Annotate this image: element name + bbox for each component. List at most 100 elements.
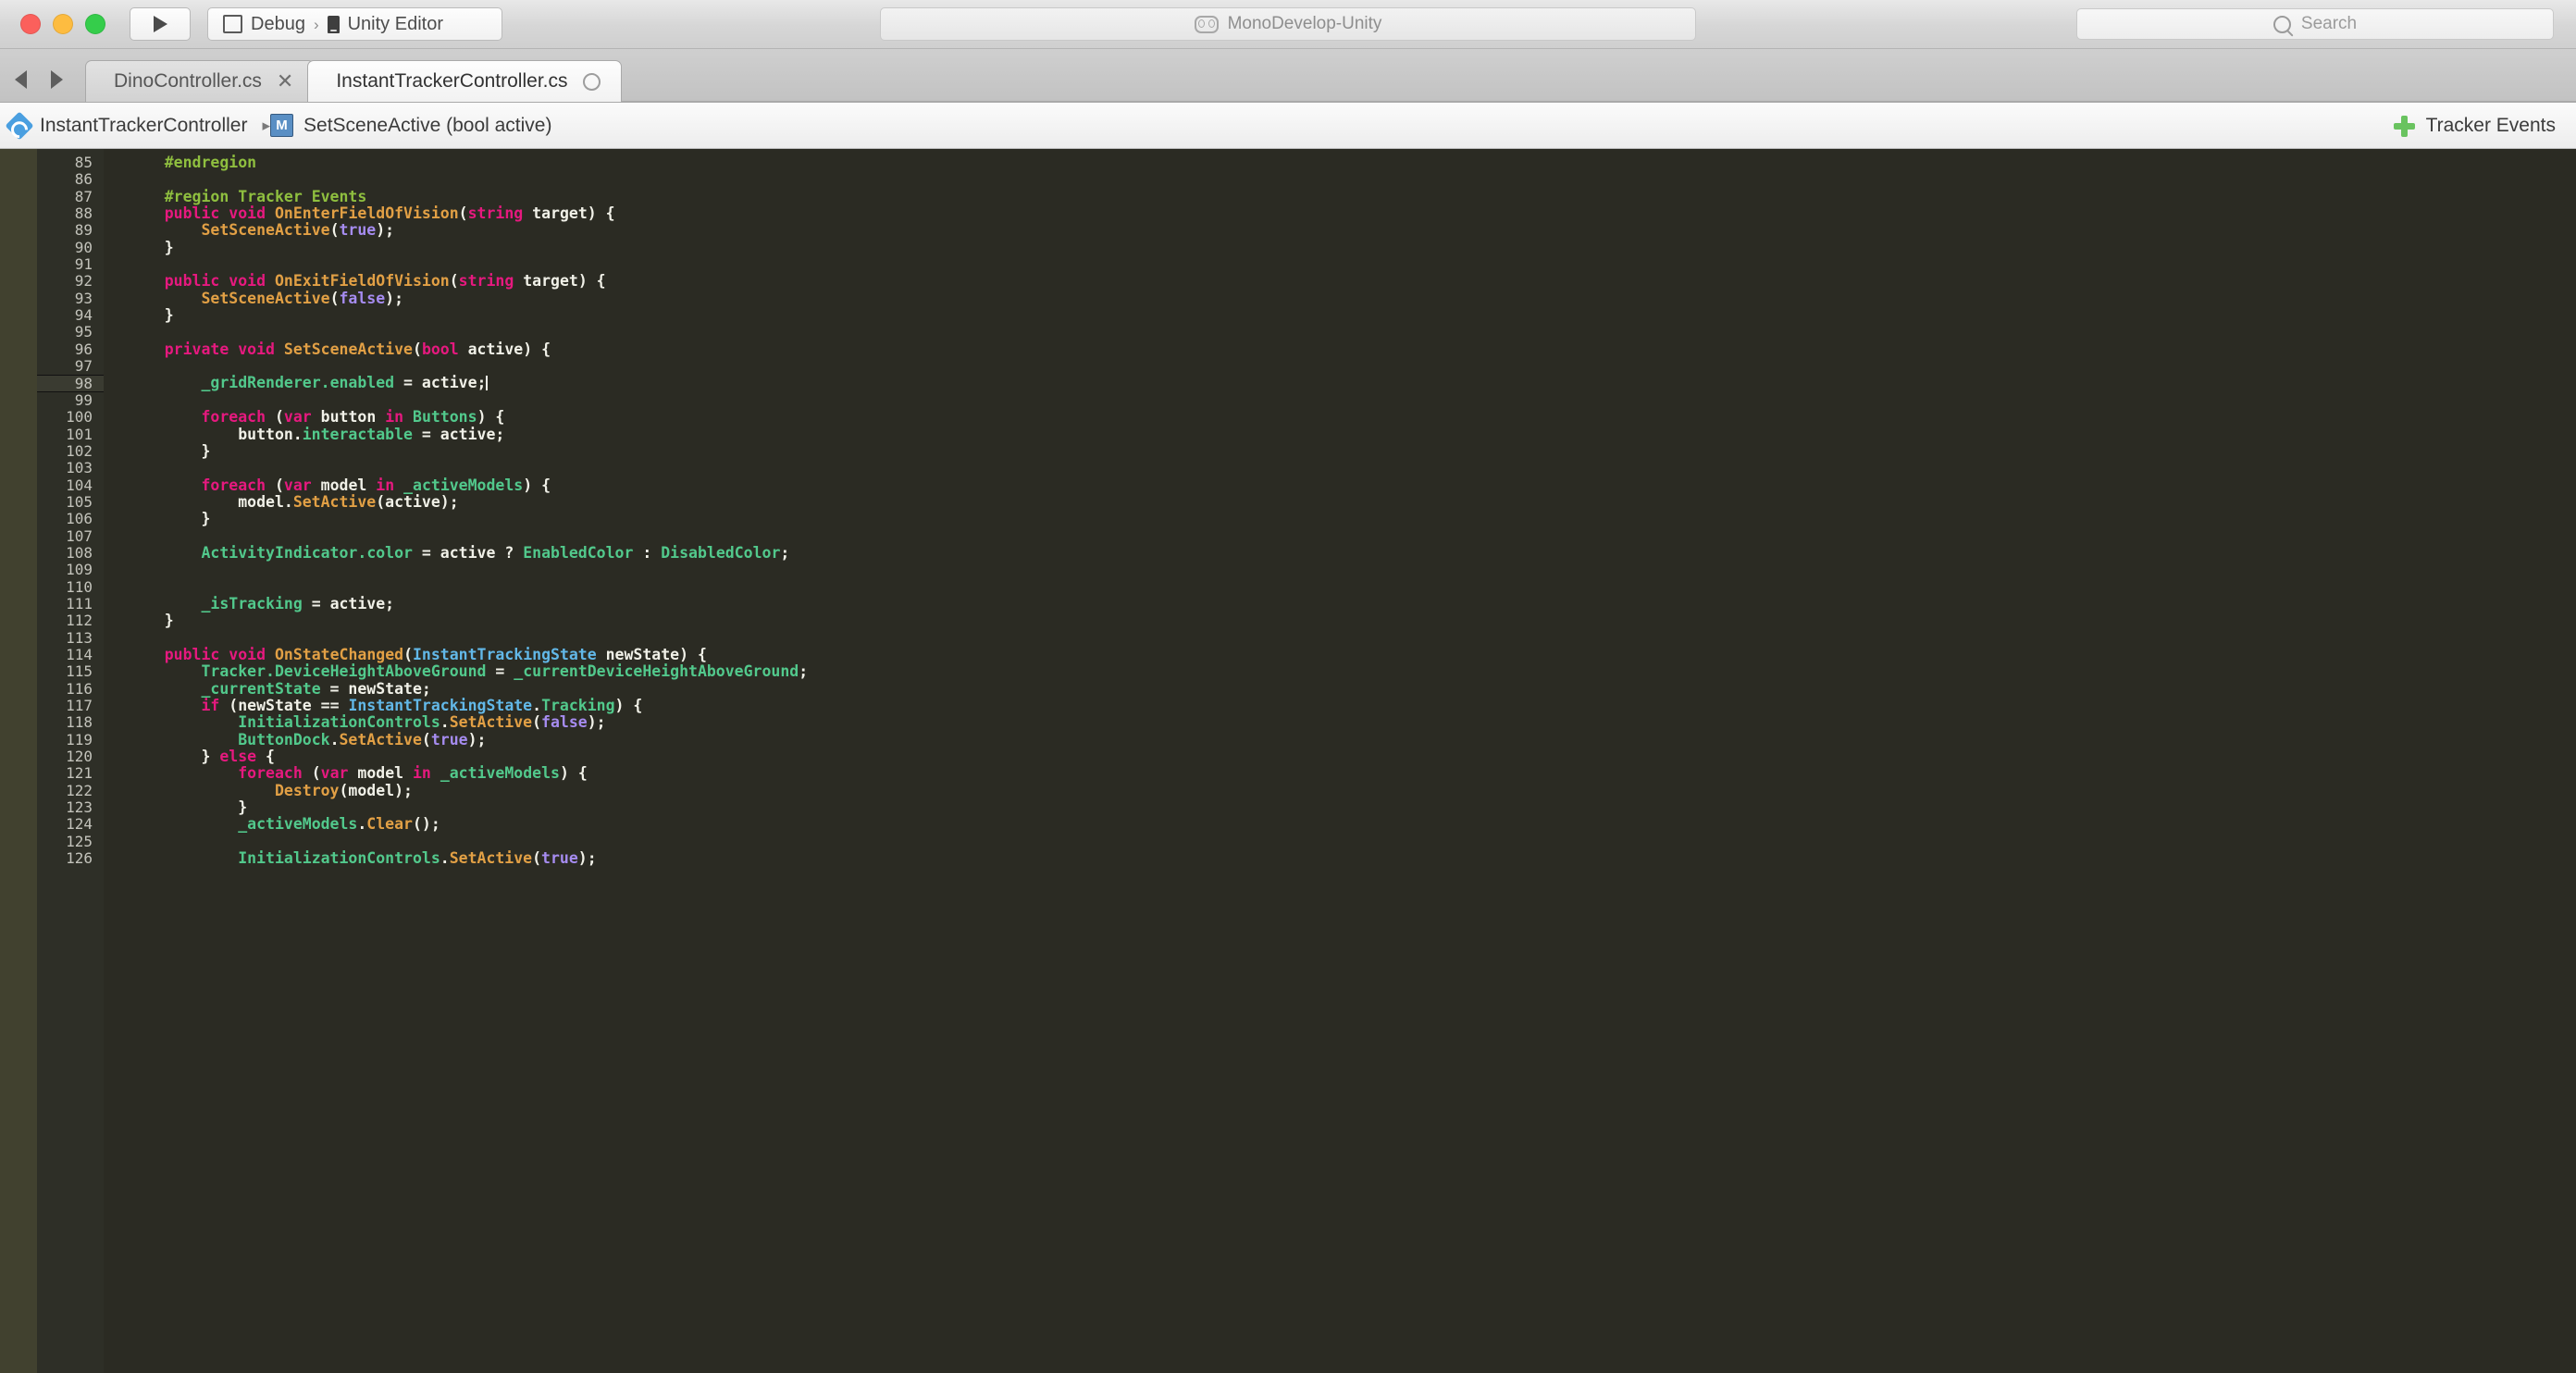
line-number[interactable]: 90 <box>37 239 104 256</box>
code-text-area[interactable]: #endregion #region Tracker Events public… <box>104 149 2576 1373</box>
line-number[interactable]: 92 <box>37 273 104 291</box>
code-line[interactable]: model.SetActive(active); <box>128 493 2576 511</box>
code-line[interactable] <box>128 358 2576 375</box>
line-number[interactable]: 115 <box>37 662 104 680</box>
line-number[interactable]: 126 <box>37 849 104 867</box>
code-line[interactable] <box>128 460 2576 476</box>
code-line[interactable]: } <box>128 239 2576 256</box>
line-number[interactable]: 96 <box>37 340 104 358</box>
code-line[interactable]: Tracker.DeviceHeightAboveGround = _curre… <box>128 663 2576 680</box>
code-line[interactable]: _isTracking = active; <box>128 595 2576 612</box>
code-line[interactable]: SetSceneActive(false); <box>128 290 2576 307</box>
tab-dinocontroller[interactable]: DinoController.cs ✕ <box>85 60 316 102</box>
line-number[interactable]: 121 <box>37 765 104 783</box>
line-number[interactable]: 108 <box>37 544 104 562</box>
status-bar[interactable]: MonoDevelop-Unity <box>880 7 1696 41</box>
line-number[interactable]: 104 <box>37 476 104 494</box>
arrow-left-icon[interactable] <box>15 70 27 89</box>
line-number[interactable]: 122 <box>37 782 104 799</box>
code-line[interactable]: foreach (var model in _activeModels) { <box>128 476 2576 494</box>
line-number[interactable]: 107 <box>37 527 104 545</box>
run-button[interactable] <box>130 7 191 41</box>
minimize-window-button[interactable] <box>53 14 73 34</box>
code-line[interactable]: _currentState = newState; <box>128 680 2576 698</box>
code-line[interactable]: _activeModels.Clear(); <box>128 816 2576 833</box>
code-line[interactable]: ButtonDock.SetActive(true); <box>128 731 2576 748</box>
line-number[interactable]: 103 <box>37 459 104 476</box>
line-number[interactable]: 119 <box>37 731 104 748</box>
line-number[interactable]: 124 <box>37 816 104 834</box>
code-line[interactable] <box>128 528 2576 545</box>
line-number[interactable]: 93 <box>37 290 104 307</box>
line-number[interactable]: 95 <box>37 324 104 341</box>
code-line[interactable]: public void OnEnterFieldOfVision(string … <box>128 204 2576 222</box>
code-line[interactable]: public void OnStateChanged(InstantTracki… <box>128 646 2576 663</box>
code-line[interactable]: _gridRenderer.enabled = active; <box>128 375 2576 391</box>
code-line[interactable] <box>128 392 2576 409</box>
code-line[interactable] <box>128 579 2576 596</box>
code-line[interactable] <box>128 171 2576 188</box>
line-number[interactable]: 100 <box>37 408 104 426</box>
line-number[interactable]: 97 <box>37 357 104 375</box>
line-number[interactable]: 88 <box>37 204 104 222</box>
code-line[interactable] <box>128 562 2576 578</box>
search-field[interactable]: Search <box>2076 8 2554 40</box>
breadcrumb-method[interactable]: M SetSceneActive (bool active) <box>270 114 551 137</box>
code-line[interactable] <box>128 324 2576 340</box>
line-number[interactable]: 111 <box>37 595 104 612</box>
line-number[interactable]: 102 <box>37 442 104 460</box>
line-number-gutter[interactable]: 85 86 87 88 89 90 91 92 93 94 95 96 97 98 99 100 101 102 1… <box>37 149 104 1373</box>
line-number[interactable]: 87 <box>37 188 104 205</box>
code-line[interactable]: } <box>128 511 2576 527</box>
code-line[interactable]: #endregion <box>128 154 2576 171</box>
line-number[interactable]: 85 <box>37 154 104 171</box>
modified-indicator-icon[interactable] <box>582 72 601 91</box>
line-number[interactable]: 109 <box>37 561 104 578</box>
code-line[interactable]: private void SetSceneActive(bool active)… <box>128 340 2576 358</box>
close-icon[interactable]: ✕ <box>277 71 293 92</box>
code-line[interactable]: } <box>128 442 2576 460</box>
line-number[interactable]: 120 <box>37 748 104 765</box>
line-number[interactable]: 89 <box>37 222 104 240</box>
code-line[interactable]: ActivityIndicator.color = active ? Enabl… <box>128 544 2576 562</box>
code-line[interactable] <box>128 630 2576 647</box>
code-line[interactable]: #region Tracker Events <box>128 188 2576 205</box>
code-line[interactable]: } <box>128 306 2576 324</box>
code-line[interactable]: InitializationControls.SetActive(false); <box>128 714 2576 731</box>
line-number[interactable]: 118 <box>37 713 104 731</box>
code-line[interactable]: } <box>128 612 2576 629</box>
tab-instanttrackercontroller[interactable]: InstantTrackerController.cs <box>307 60 622 102</box>
line-number[interactable]: 125 <box>37 833 104 850</box>
line-number[interactable]: 112 <box>37 612 104 629</box>
code-line[interactable] <box>128 834 2576 850</box>
breadcrumb-class[interactable]: InstantTrackerController <box>5 110 247 141</box>
line-number[interactable]: 106 <box>37 510 104 527</box>
line-number[interactable]: 101 <box>37 426 104 443</box>
code-line[interactable]: } else { <box>128 748 2576 765</box>
code-line[interactable]: SetSceneActive(true); <box>128 222 2576 239</box>
code-editor[interactable]: 85 86 87 88 89 90 91 92 93 94 95 96 97 98 99 100 101 102 1… <box>0 149 2576 1373</box>
line-number[interactable]: 113 <box>37 629 104 647</box>
line-number[interactable]: 98 <box>37 375 104 392</box>
line-number[interactable]: 123 <box>37 798 104 816</box>
arrow-right-icon[interactable] <box>51 70 63 89</box>
line-number[interactable]: 91 <box>37 255 104 273</box>
line-number[interactable]: 86 <box>37 170 104 188</box>
code-line[interactable]: button.interactable = active; <box>128 426 2576 443</box>
region-indicator[interactable]: Tracker Events <box>2393 115 2556 137</box>
code-line[interactable]: } <box>128 798 2576 816</box>
line-number[interactable]: 105 <box>37 493 104 511</box>
line-number[interactable]: 116 <box>37 680 104 698</box>
close-window-button[interactable] <box>20 14 41 34</box>
code-line[interactable]: public void OnExitFieldOfVision(string t… <box>128 273 2576 290</box>
code-line[interactable]: Destroy(model); <box>128 782 2576 799</box>
line-number[interactable]: 114 <box>37 646 104 663</box>
line-number[interactable]: 110 <box>37 578 104 596</box>
code-line[interactable] <box>128 256 2576 273</box>
code-line[interactable]: if (newState == InstantTrackingState.Tra… <box>128 697 2576 714</box>
code-line[interactable]: foreach (var model in _activeModels) { <box>128 765 2576 782</box>
line-number[interactable]: 117 <box>37 697 104 714</box>
zoom-window-button[interactable] <box>85 14 105 34</box>
fold-strip[interactable] <box>0 149 37 1373</box>
code-line[interactable]: InitializationControls.SetActive(true); <box>128 849 2576 867</box>
